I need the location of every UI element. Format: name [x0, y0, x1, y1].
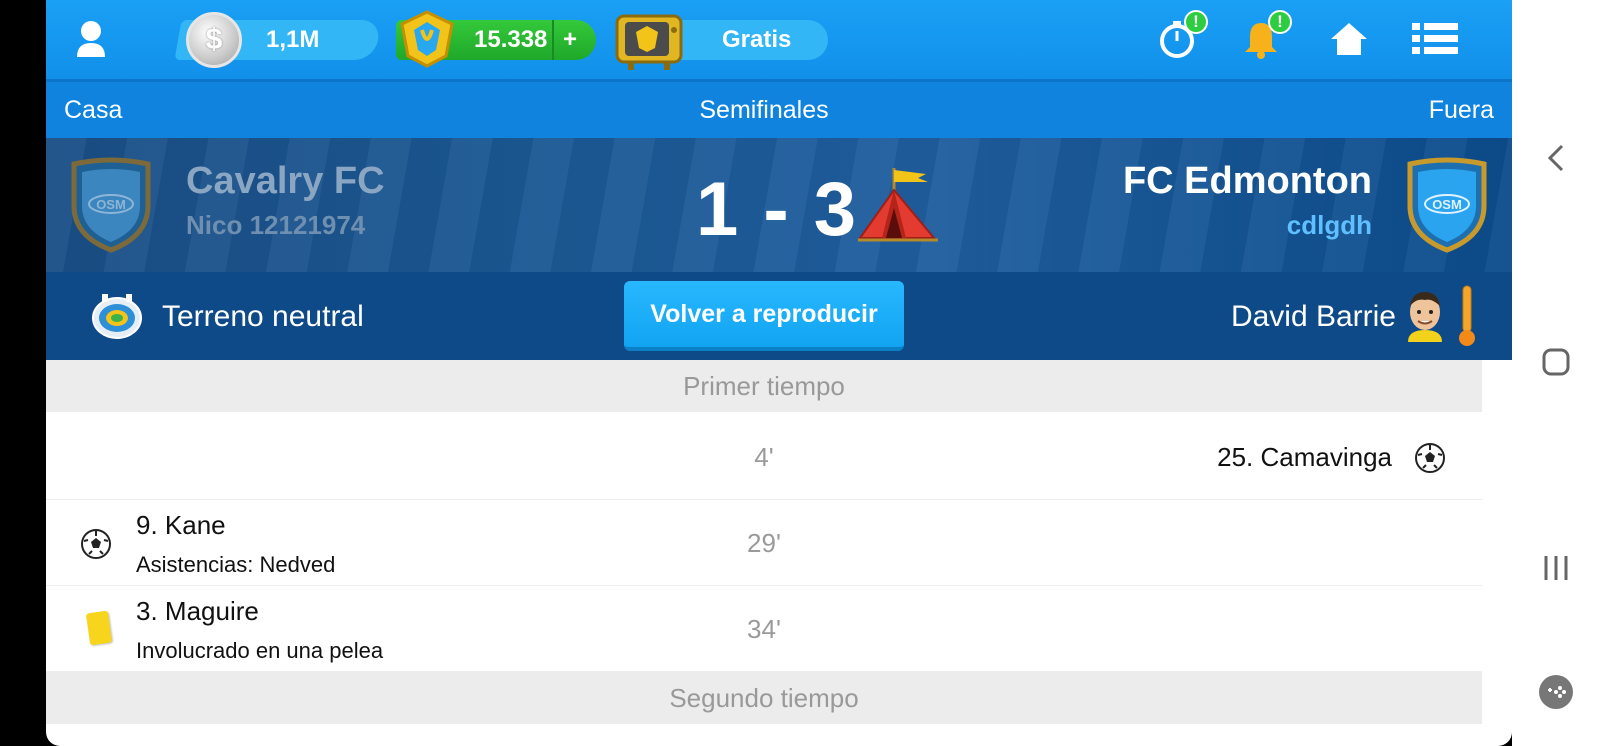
stage-title: Semifinales	[699, 96, 829, 124]
recents-icon[interactable]	[1534, 546, 1578, 590]
bell-icon[interactable]: !	[1238, 10, 1292, 62]
add-gold-button[interactable]: +	[552, 20, 586, 60]
away-label: Fuera	[1428, 96, 1494, 124]
away-crest-icon[interactable]: OSM	[1400, 156, 1494, 254]
event-row: 4' 25. Camavinga	[46, 414, 1482, 500]
bell-notification-badge: !	[1268, 10, 1292, 34]
svg-text:OSM: OSM	[96, 197, 126, 212]
game-icon[interactable]	[1534, 670, 1578, 714]
menu-icon[interactable]	[1412, 16, 1458, 62]
free-tv-label: Gratis	[722, 26, 792, 53]
referee-icon	[1402, 286, 1448, 346]
match-header: OSM Cavalry FC Nico 12121974 1 - 3 FC Ed…	[46, 138, 1512, 272]
home-icon[interactable]	[1326, 16, 1372, 62]
coins-value: 1,1M	[266, 26, 320, 53]
system-nav-bar	[1512, 0, 1600, 746]
ball-icon	[1415, 443, 1445, 473]
second-half-header: Segundo tiempo	[46, 672, 1482, 724]
timer-notification-badge: !	[1184, 10, 1208, 34]
home-crest-icon[interactable]: OSM	[64, 156, 158, 254]
profile-icon[interactable]	[68, 16, 114, 62]
tv-icon	[614, 10, 684, 70]
match-report-app: 1,1M $ 15.338 + Gratis ! ! Casa Semifina…	[46, 0, 1512, 746]
away-team-name[interactable]: FC Edmonton	[1123, 160, 1372, 203]
gold-value: 15.338	[474, 26, 548, 53]
stadium-icon	[90, 292, 144, 342]
final-score: 1 - 3	[696, 167, 859, 252]
event-player: 25. Camavinga	[1217, 442, 1392, 472]
home-nav-icon[interactable]	[1534, 340, 1578, 384]
match-info-bar: Terreno neutral Volver a reproducir Davi…	[46, 272, 1512, 360]
coin-icon: $	[186, 12, 242, 68]
gem-icon	[396, 8, 458, 70]
home-manager-name[interactable]: Nico 12121974	[186, 210, 365, 241]
svg-text:OSM: OSM	[1432, 197, 1462, 212]
thermometer-icon	[1456, 284, 1478, 348]
screen: 1,1M $ 15.338 + Gratis ! ! Casa Semifina…	[0, 0, 1600, 746]
replay-button[interactable]: Volver a reproducir	[624, 281, 904, 351]
away-manager-name[interactable]: cdlgdh	[1287, 210, 1372, 241]
venue-label: Terreno neutral	[162, 300, 364, 333]
stage-bar: Casa Semifinales Fuera	[46, 82, 1512, 138]
event-minute: 34'	[747, 614, 781, 644]
event-row: 3. Maguire Involucrado en una pelea 34'	[46, 586, 1482, 672]
back-icon[interactable]	[1534, 136, 1578, 180]
event-minute: 29'	[747, 528, 781, 558]
home-team-name[interactable]: Cavalry FC	[186, 160, 385, 203]
tent-icon	[856, 164, 940, 246]
top-bar: 1,1M $ 15.338 + Gratis ! !	[46, 0, 1512, 82]
first-half-header: Primer tiempo	[46, 360, 1482, 412]
timer-icon[interactable]: !	[1154, 10, 1208, 62]
event-row: 9. Kane Asistencias: Nedved 29'	[46, 500, 1482, 586]
referee-name: David Barrie	[1230, 300, 1396, 333]
